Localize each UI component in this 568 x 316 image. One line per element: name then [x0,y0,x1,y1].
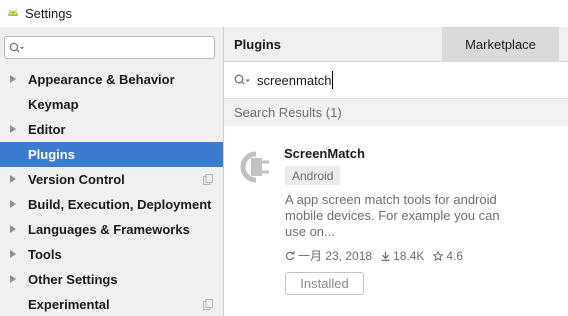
plugin-name[interactable]: ScreenMatch [284,146,365,161]
plugin-description: A app screen match tools for android mob… [285,192,500,239]
expand-arrow-icon[interactable] [10,250,16,258]
sidebar-item-label: Build, Execution, Deployment [28,197,212,212]
android-icon [8,9,18,16]
expand-arrow-icon[interactable] [10,200,16,208]
expand-arrow-icon[interactable] [10,275,16,283]
sidebar-item-label: Editor [28,122,66,137]
search-results-count: Search Results (1) [234,105,342,120]
window-title: Settings [25,6,72,21]
settings-tree: Appearance & Behavior Keymap Editor Plug… [0,67,223,316]
expand-arrow-icon[interactable] [10,75,16,83]
text-cursor [332,71,333,89]
copy-icon [203,299,213,310]
plugin-tag: Android [285,166,341,185]
expand-arrow-icon[interactable] [10,125,16,133]
sidebar-item-other-settings[interactable]: Other Settings [0,267,223,292]
search-icon[interactable] [234,74,251,86]
sidebar-item-experimental[interactable]: Experimental [0,292,223,316]
refresh-icon [285,250,295,260]
plugin-date: 一月 23, 2018 [298,249,373,263]
sidebar-item-tools[interactable]: Tools [0,242,223,267]
settings-sidebar: Appearance & Behavior Keymap Editor Plug… [0,27,223,316]
sidebar-item-label: Tools [28,247,62,262]
plugin-meta: 一月 23, 2018 18.4K 4.6 [285,247,463,264]
tab-marketplace[interactable]: Marketplace [442,27,559,62]
sidebar-item-label: Keymap [28,97,79,112]
star-icon [433,250,444,261]
download-icon [381,251,390,261]
sidebar-item-editor[interactable]: Editor [0,117,223,142]
sidebar-item-plugins[interactable]: Plugins [0,142,223,167]
sidebar-item-version-control[interactable]: Version Control [0,167,223,192]
plugin-rating: 4.6 [446,248,464,263]
settings-search-input[interactable] [27,37,214,58]
sidebar-item-label: Appearance & Behavior [28,72,175,87]
installed-button[interactable]: Installed [285,272,364,295]
search-icon[interactable] [9,42,25,54]
plugins-panel: Plugins Marketplace Search Results (1) S… [224,27,568,316]
copy-icon [203,174,213,185]
tab-label: Marketplace [465,37,536,52]
sidebar-item-label: Plugins [28,147,75,162]
plugins-tab-bar: Plugins Marketplace [224,27,568,62]
plugin-downloads: 18.4K [393,248,425,263]
sidebar-item-label: Experimental [28,297,110,312]
sidebar-item-keymap[interactable]: Keymap [0,92,223,117]
plugin-search-bar[interactable] [224,62,568,99]
page-title: Plugins [234,37,281,52]
sidebar-item-label: Other Settings [28,272,118,287]
expand-arrow-icon[interactable] [10,175,16,183]
plugin-icon [240,151,269,183]
plugin-search-input[interactable] [257,72,537,88]
sidebar-item-appearance-behavior[interactable]: Appearance & Behavior [0,67,223,92]
window-titlebar: Settings [0,0,568,27]
sidebar-item-build-execution-deployment[interactable]: Build, Execution, Deployment [0,192,223,217]
search-results-header: Search Results (1) [224,99,568,126]
settings-search-box[interactable] [4,36,215,59]
sidebar-item-label: Version Control [28,172,125,187]
sidebar-item-languages-frameworks[interactable]: Languages & Frameworks [0,217,223,242]
plugin-list-item[interactable]: ScreenMatch Android A app screen match t… [224,126,568,316]
expand-arrow-icon[interactable] [10,225,16,233]
sidebar-item-label: Languages & Frameworks [28,222,190,237]
